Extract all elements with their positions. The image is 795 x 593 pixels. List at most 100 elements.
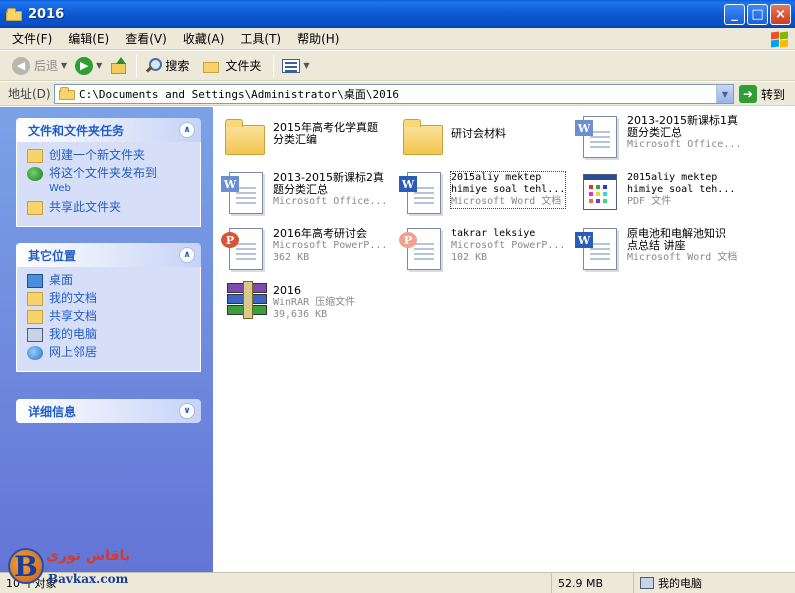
details-header[interactable]: 详细信息 ∨ — [16, 399, 201, 423]
my-computer-icon — [640, 577, 654, 589]
go-button[interactable]: ➜ 转到 — [739, 85, 785, 103]
word-doc-icon: W — [397, 168, 445, 214]
status-zone-label: 我的电脑 — [658, 577, 702, 590]
task-label: 共享此文件夹 — [49, 200, 122, 214]
file-type: Microsoft Office... — [627, 139, 742, 150]
menu-edit[interactable]: 编辑(E) — [60, 30, 117, 47]
views-button[interactable]: ▼ — [278, 53, 313, 79]
address-input[interactable]: C:\Documents and Settings\Administrator\… — [54, 84, 734, 104]
place-network[interactable]: 网上邻居 — [27, 345, 192, 360]
up-folder-icon — [110, 56, 128, 75]
winrar-icon — [219, 281, 267, 327]
collapse-icon[interactable]: ∧ — [179, 247, 195, 263]
file-name: 2015aliy mektep — [451, 172, 542, 183]
file-item[interactable]: P takrar leksiye Microsoft PowerP... 102… — [397, 224, 575, 276]
file-name: 2016 — [273, 284, 301, 297]
close-button[interactable]: × — [770, 4, 791, 25]
file-tasks-header[interactable]: 文件和文件夹任务 ∧ — [16, 118, 201, 142]
folders-button[interactable]: 文件夹 — [199, 53, 265, 79]
menu-tools[interactable]: 工具(T) — [232, 30, 289, 47]
place-my-documents[interactable]: 我的文档 — [27, 291, 192, 306]
place-shared-documents[interactable]: 共享文档 — [27, 309, 192, 324]
my-computer-icon — [27, 328, 43, 342]
file-type: WinRAR 压缩文件 — [273, 297, 356, 308]
desktop-icon — [27, 274, 43, 288]
file-item[interactable]: W 2013-2015新课标1真 题分类汇总 Microsoft Office.… — [573, 112, 751, 164]
publish-web-icon — [27, 167, 43, 181]
address-label: 地址(D) — [8, 87, 51, 101]
file-name-line2: 题分类汇总 — [273, 183, 328, 196]
details-panel: 详细信息 ∨ — [16, 399, 201, 423]
file-size: 102 KB — [451, 252, 488, 263]
back-dropdown-icon[interactable]: ▼ — [61, 61, 67, 70]
file-item[interactable]: 2016 WinRAR 压缩文件 39,636 KB — [219, 281, 397, 333]
file-name-line2: himiye soal tehl... — [451, 184, 566, 195]
my-documents-icon — [27, 292, 43, 306]
expand-icon[interactable]: ∨ — [179, 403, 195, 419]
file-item[interactable]: W 原电池和电解池知识 点总结 讲座 Microsoft Word 文档 — [573, 224, 751, 276]
file-name-line2: himiye soal teh... — [627, 184, 736, 195]
status-zone: 我的电脑 — [633, 573, 702, 593]
other-places-panel: 其它位置 ∧ 桌面 我的文档 共享文档 我的电脑 网上邻居 — [16, 243, 201, 372]
place-label: 我的文档 — [49, 291, 98, 305]
folders-icon — [203, 58, 221, 74]
task-share-folder[interactable]: 共享此文件夹 — [27, 200, 192, 215]
file-item[interactable]: W 2013-2015新课标2真 题分类汇总 Microsoft Office.… — [219, 168, 397, 220]
file-item[interactable]: 2015aliy mektep himiye soal teh... PDF 文… — [573, 168, 751, 220]
file-name: 2016年高考研讨会 — [273, 227, 367, 240]
menu-help[interactable]: 帮助(H) — [289, 30, 347, 47]
folder-icon — [219, 115, 267, 161]
file-item[interactable]: 研讨会材料 — [397, 115, 575, 167]
back-label: 后退 — [34, 59, 59, 73]
file-item[interactable]: W 2015aliy mektep himiye soal tehl... Mi… — [397, 168, 575, 220]
file-type: PDF 文件 — [627, 196, 672, 207]
menu-file[interactable]: 文件(F) — [0, 30, 60, 47]
other-places-title: 其它位置 — [28, 248, 77, 263]
search-label: 搜索 — [165, 59, 190, 73]
folder-icon — [397, 115, 445, 161]
file-item[interactable]: P 2016年高考研讨会 Microsoft PowerP... 362 KB — [219, 224, 397, 276]
file-item[interactable]: 2015年高考化学真题 分类汇编 — [219, 115, 397, 167]
forward-button[interactable]: ▶ ▼ — [71, 53, 106, 79]
powerpoint-icon: P — [219, 224, 267, 270]
watermark-text-en: Bavkax.com — [48, 572, 129, 586]
title-bar: 2016 _ □ × — [0, 0, 795, 28]
toolbar: ◀ 后退 ▼ ▶ ▼ 搜索 文件夹 ▼ — [0, 51, 795, 81]
folder-icon — [59, 87, 75, 100]
pdf-icon — [573, 168, 621, 214]
collapse-icon[interactable]: ∧ — [179, 122, 195, 138]
status-total-size: 52.9 MB — [551, 573, 633, 593]
watermark: B باقاش توری Bavkax.com — [2, 546, 142, 590]
other-places-header[interactable]: 其它位置 ∧ — [16, 243, 201, 267]
details-title: 详细信息 — [28, 404, 77, 419]
search-button[interactable]: 搜索 — [141, 53, 193, 79]
place-desktop[interactable]: 桌面 — [27, 273, 192, 288]
menu-favorites[interactable]: 收藏(A) — [175, 30, 233, 47]
word-doc-icon: W — [219, 168, 267, 214]
views-dropdown-icon[interactable]: ▼ — [303, 61, 309, 70]
folder-icon — [6, 7, 22, 21]
place-my-computer[interactable]: 我的电脑 — [27, 327, 192, 342]
minimize-button[interactable]: _ — [724, 4, 745, 25]
file-type: Microsoft PowerP... — [273, 240, 388, 251]
go-arrow-icon: ➜ — [739, 85, 757, 103]
toolbar-separator — [136, 54, 138, 77]
watermark-text-fa: باقاش توری — [46, 548, 131, 564]
file-name: 2015aliy mektep — [627, 172, 718, 183]
folders-label: 文件夹 — [225, 59, 262, 73]
back-button[interactable]: ◀ 后退 ▼ — [8, 53, 71, 79]
file-size: 362 KB — [273, 252, 310, 263]
forward-dropdown-icon[interactable]: ▼ — [96, 61, 102, 70]
address-dropdown-icon[interactable]: ▼ — [716, 85, 733, 103]
address-bar: 地址(D) C:\Documents and Settings\Administ… — [0, 82, 795, 106]
network-places-icon — [27, 346, 43, 360]
forward-arrow-icon: ▶ — [75, 56, 94, 75]
menu-view[interactable]: 查看(V) — [117, 30, 175, 47]
task-publish-web[interactable]: 将这个文件夹发布到 Web — [27, 166, 192, 196]
task-new-folder[interactable]: 创建一个新文件夹 — [27, 148, 192, 163]
up-button[interactable] — [106, 53, 132, 79]
file-name: takrar leksiye — [451, 228, 536, 239]
maximize-button[interactable]: □ — [747, 4, 768, 25]
new-folder-icon — [27, 149, 43, 163]
file-tasks-title: 文件和文件夹任务 — [28, 123, 125, 138]
